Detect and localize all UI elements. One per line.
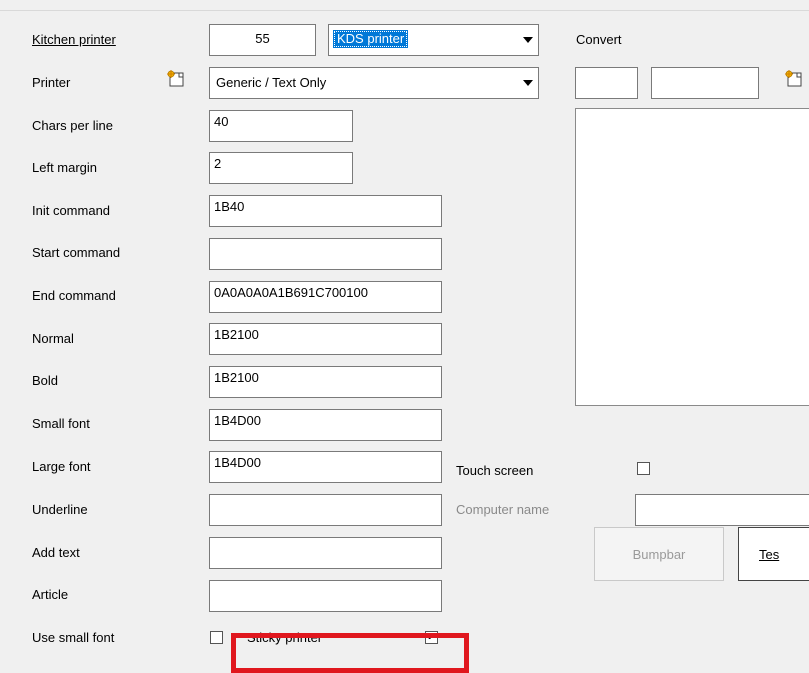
small-font-label: Small font (32, 416, 90, 431)
underline-field[interactable] (209, 494, 442, 526)
convert-to-field[interactable] (651, 67, 759, 99)
article-field[interactable] (209, 580, 442, 612)
test-button-label: Tes (759, 546, 780, 562)
computer-name-field[interactable] (635, 494, 809, 526)
printer-driver-value: Generic / Text Only (216, 75, 327, 90)
bold-field[interactable]: 1B2100 (209, 366, 442, 398)
article-label: Article (32, 587, 69, 602)
normal-field[interactable]: 1B2100 (209, 323, 442, 355)
use-small-font-label: Use small font (32, 630, 115, 645)
init-command-field[interactable]: 1B40 (209, 195, 442, 227)
convert-list[interactable] (575, 108, 809, 406)
top-divider (0, 10, 809, 11)
chars-per-line-label: Chars per line (32, 118, 113, 133)
convert-from-field[interactable] (575, 67, 638, 99)
end-command-label: End command (32, 288, 116, 303)
small-font-field[interactable]: 1B4D00 (209, 409, 442, 441)
dropdown-arrow-icon[interactable] (518, 69, 537, 97)
left-margin-field[interactable]: 2 (209, 152, 353, 184)
highlight-box (231, 633, 469, 673)
underline-label: Underline (32, 502, 88, 517)
kitchen-printer-type-select[interactable]: KDS printer (328, 24, 539, 56)
printer-driver-select[interactable]: Generic / Text Only (209, 67, 539, 99)
kitchen-printer-number-field[interactable]: 55 (209, 24, 316, 56)
bold-label: Bold (32, 373, 59, 388)
dropdown-arrow-icon[interactable] (518, 26, 537, 54)
add-text-field[interactable] (209, 537, 442, 569)
large-font-label: Large font (32, 459, 91, 474)
init-command-label: Init command (32, 203, 111, 218)
touch-screen-label: Touch screen (456, 463, 534, 478)
convert-label: Convert (576, 32, 622, 47)
kitchen-printer-label[interactable]: Kitchen printer (32, 32, 116, 48)
normal-label: Normal (32, 331, 74, 346)
bumpbar-button[interactable]: Bumpbar (594, 527, 724, 581)
end-command-field[interactable]: 0A0A0A0A1B691C700100 (209, 281, 442, 313)
bumpbar-button-label: Bumpbar (632, 546, 686, 562)
kitchen-printer-type-value: KDS printer (333, 30, 409, 48)
touch-screen-checkbox[interactable] (637, 462, 650, 475)
left-margin-label: Left margin (32, 160, 98, 175)
large-font-field[interactable]: 1B4D00 (209, 451, 442, 483)
folder-icon[interactable] (164, 68, 186, 88)
start-command-label: Start command (32, 245, 121, 260)
chars-per-line-field[interactable]: 40 (209, 110, 353, 142)
folder-icon[interactable] (782, 68, 804, 88)
printer-label: Printer (32, 75, 71, 90)
test-button[interactable]: Tes (738, 527, 809, 581)
add-text-label: Add text (32, 545, 80, 560)
start-command-field[interactable] (209, 238, 442, 270)
use-small-font-checkbox[interactable] (210, 631, 223, 644)
computer-name-label: Computer name (456, 502, 550, 517)
